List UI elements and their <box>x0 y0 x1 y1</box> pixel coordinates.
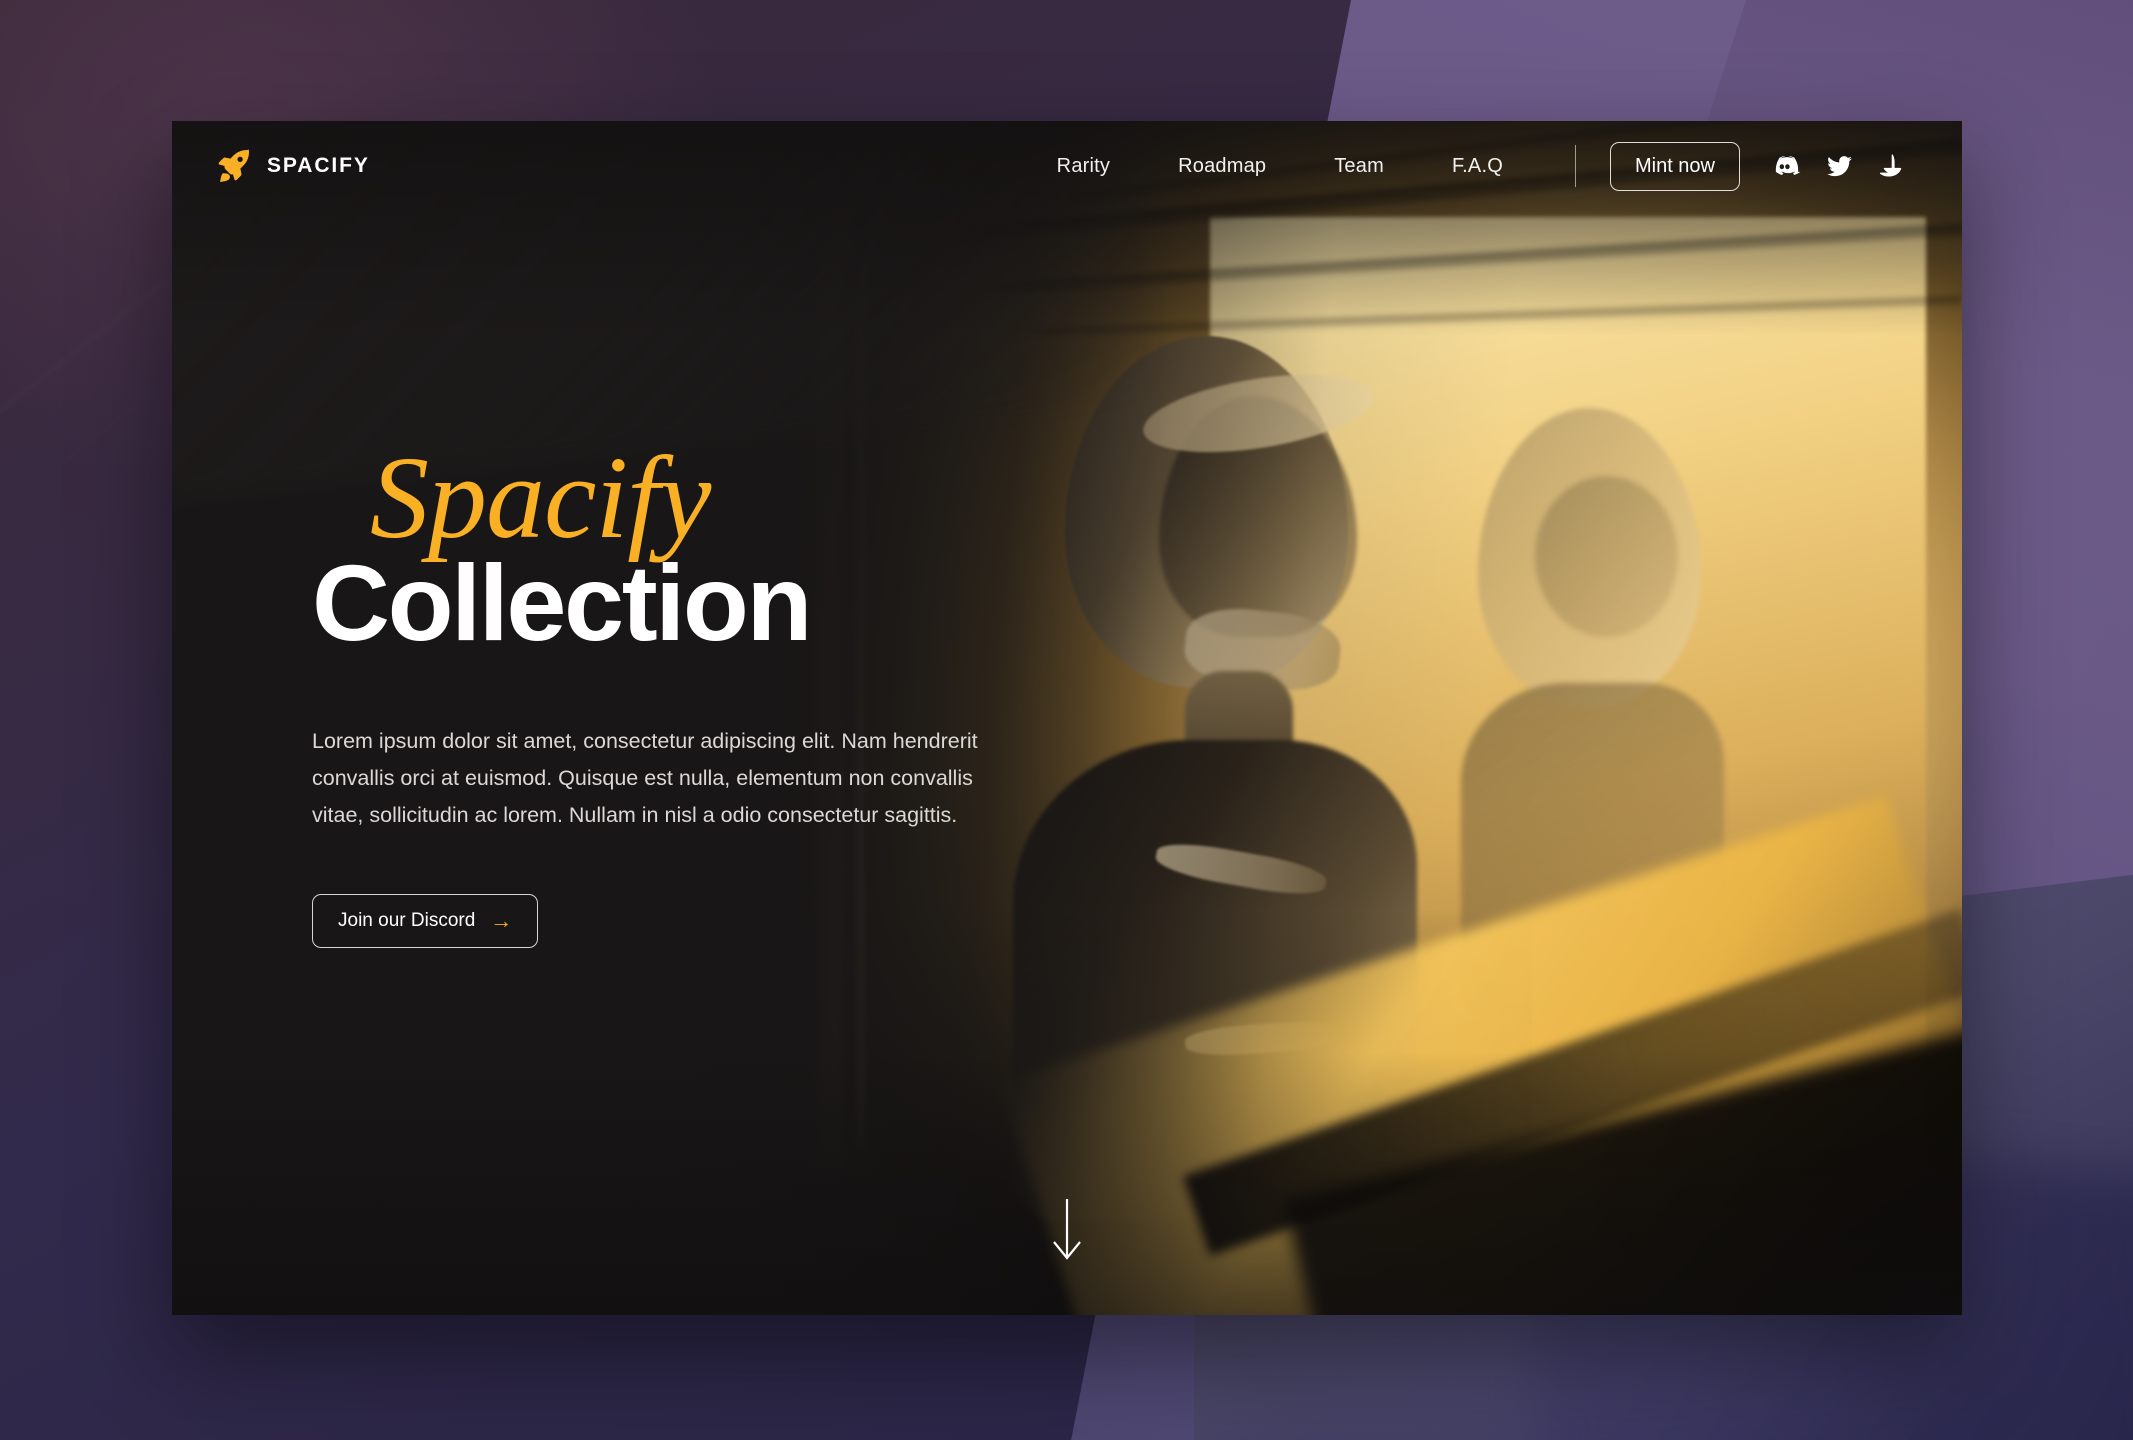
discord-icon[interactable] <box>1770 149 1804 183</box>
nav-links: Rarity Roadmap Team F.A.Q Mint now <box>1023 141 1908 191</box>
hero-card: SPACIFY Rarity Roadmap Team F.A.Q Mint n… <box>172 121 1962 1315</box>
arrow-right-icon: → <box>490 908 513 934</box>
hero-content: Spacify Collection Lorem ipsum dolor sit… <box>312 432 1072 949</box>
rocket-icon <box>214 147 252 185</box>
nav-link-roadmap[interactable]: Roadmap <box>1144 147 1300 186</box>
scroll-down-arrow-icon[interactable] <box>1050 1197 1084 1263</box>
hero-title-main: Collection <box>312 542 812 663</box>
nav-divider <box>1574 145 1576 187</box>
nav-link-team[interactable]: Team <box>1300 147 1418 186</box>
join-discord-label: Join our Discord <box>338 910 476 932</box>
twitter-icon[interactable] <box>1822 149 1856 183</box>
nav-link-faq[interactable]: F.A.Q <box>1418 147 1537 186</box>
brand-name: SPACIFY <box>267 154 370 177</box>
navbar: SPACIFY Rarity Roadmap Team F.A.Q Mint n… <box>172 121 1962 211</box>
join-discord-button[interactable]: Join our Discord → <box>312 894 539 949</box>
opensea-icon[interactable] <box>1874 149 1908 183</box>
brand-logo[interactable]: SPACIFY <box>214 147 370 185</box>
social-links <box>1770 149 1908 183</box>
nav-link-rarity[interactable]: Rarity <box>1023 147 1144 186</box>
hero-paragraph: Lorem ipsum dolor sit amet, consectetur … <box>312 729 978 828</box>
hero-title-script: Spacify <box>370 432 711 563</box>
mint-now-button[interactable]: Mint now <box>1609 141 1740 191</box>
hero-bottom-shade <box>172 1052 1962 1315</box>
